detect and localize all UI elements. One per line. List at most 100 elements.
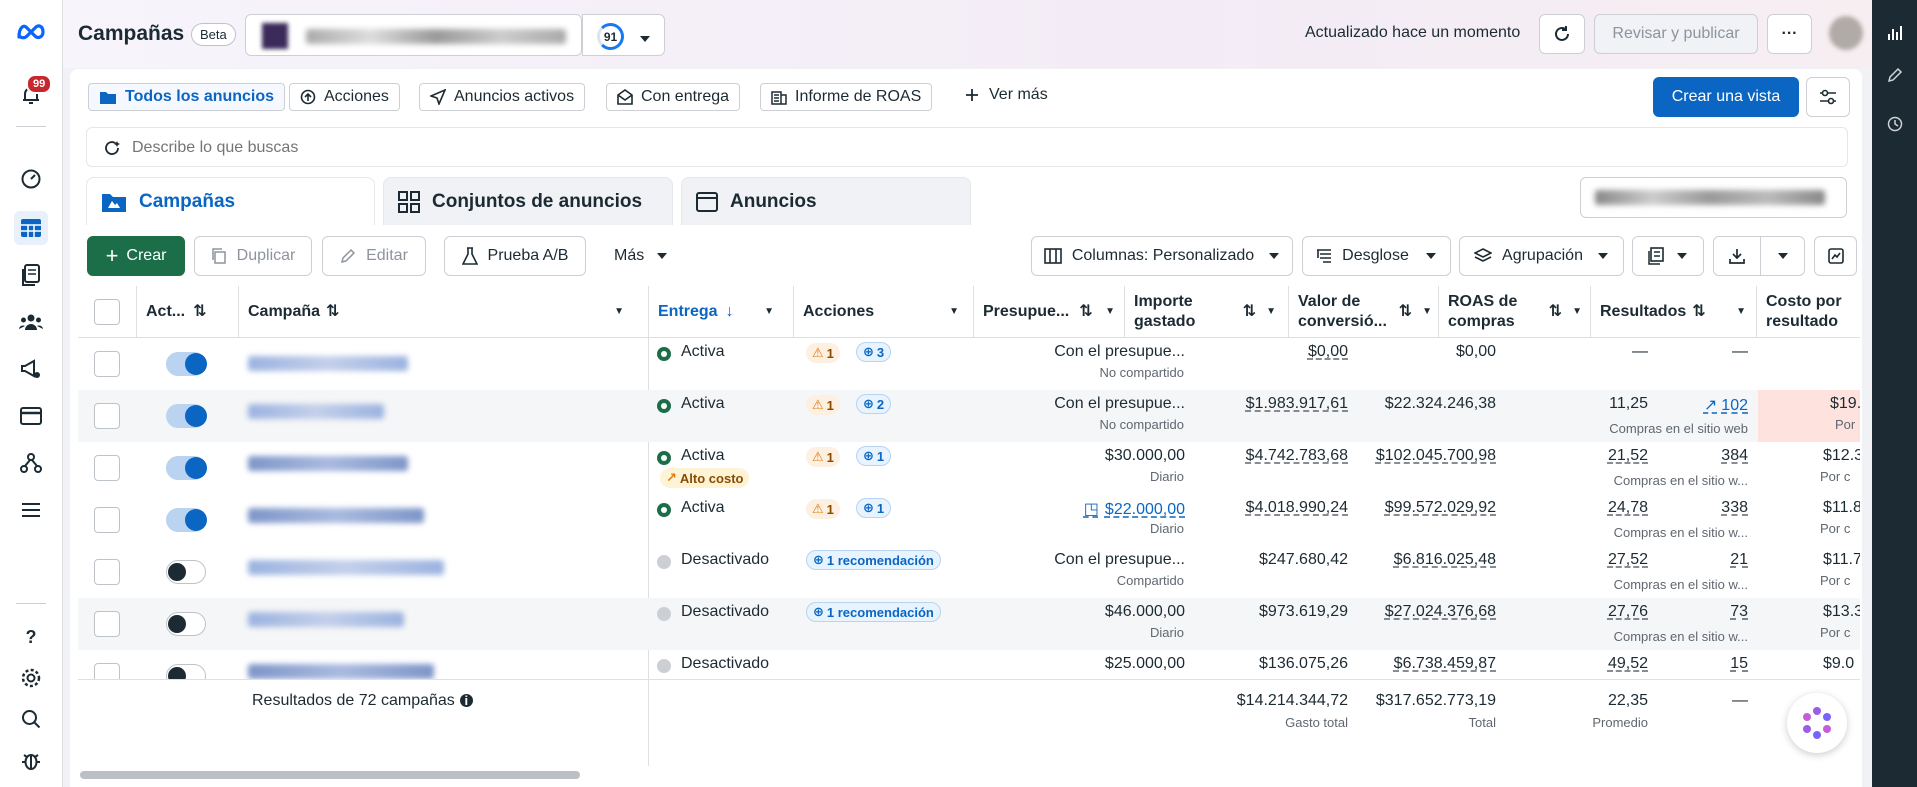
row-checkbox[interactable] (94, 507, 120, 533)
optimization-score[interactable]: 91 (582, 14, 665, 56)
budget-link[interactable]: ◳ $22.000,00 (1084, 499, 1185, 519)
edit-button[interactable]: Editar (322, 236, 426, 276)
row-checkbox[interactable] (94, 611, 120, 637)
recommendation-badge[interactable]: ⊕ 1 recomendación (806, 550, 941, 570)
megaphone-settings-icon[interactable] (14, 352, 48, 386)
gear-icon[interactable] (14, 661, 48, 695)
export-options-dropdown[interactable] (1760, 236, 1805, 276)
view-roas-report[interactable]: Informe de ROAS (760, 83, 933, 111)
search-input[interactable] (132, 136, 1732, 160)
warning-badge[interactable]: ⚠ 1 (806, 499, 840, 519)
review-publish-button[interactable]: Revisar y publicar (1594, 14, 1758, 54)
view-settings-button[interactable] (1806, 77, 1850, 117)
reports-dropdown[interactable] (1632, 236, 1704, 276)
dashboard-icon[interactable] (14, 162, 48, 196)
view-actions[interactable]: Acciones (289, 83, 400, 111)
meta-logo-icon[interactable] (14, 14, 48, 48)
recommendation-badge[interactable]: ⊕ 3 (856, 342, 892, 362)
results-link[interactable]: ↗ 102 (1704, 395, 1748, 415)
row-checkbox[interactable] (94, 663, 120, 679)
column-header-delivery[interactable]: Entrega ↓ ▼ (648, 286, 788, 338)
campaign-toggle[interactable] (166, 456, 207, 480)
recommendation-badge[interactable]: ⊕ 2 (856, 394, 892, 414)
export-button[interactable] (1713, 236, 1761, 276)
column-header-spent[interactable]: Importe gastado ⇅ ▼ (1124, 286, 1284, 338)
user-avatar[interactable] (1829, 16, 1863, 50)
campaign-name[interactable] (248, 560, 444, 575)
recommendation-badge[interactable]: ⊕ 1 recomendación (806, 602, 941, 622)
refresh-button[interactable] (1539, 14, 1585, 54)
column-header-campaign[interactable]: Campaña ⇅ ▼ (238, 286, 638, 338)
bug-report-icon[interactable] (14, 743, 48, 777)
tab-ads[interactable]: Anuncios (681, 177, 971, 225)
events-network-icon[interactable] (14, 446, 48, 480)
row-checkbox[interactable] (94, 351, 120, 377)
campaign-toggle[interactable] (166, 404, 207, 428)
billing-card-icon[interactable] (14, 399, 48, 433)
campaign-name[interactable] (248, 404, 384, 419)
view-active-ads[interactable]: Anuncios activos (419, 83, 586, 111)
warning-badge[interactable]: ⚠ 1 (806, 343, 840, 363)
cost-per-result: $9.0 (1823, 655, 1855, 672)
amount-spent: $1.983.917,61 (1245, 395, 1348, 412)
select-all-checkbox[interactable] (94, 299, 120, 325)
help-icon[interactable]: ? (14, 620, 48, 654)
campaign-name[interactable] (248, 356, 408, 371)
search-icon[interactable] (14, 702, 48, 736)
column-header-roas[interactable]: ROAS de compras ⇅ ▼ (1438, 286, 1588, 338)
recommendation-badge[interactable]: ⊕ 1 (856, 498, 892, 518)
create-view-button[interactable]: Crear una vista (1653, 77, 1799, 117)
high-cost-badge[interactable]: ↗ Alto costo (660, 468, 750, 488)
warning-badge[interactable]: ⚠ 1 (806, 447, 840, 467)
ai-assistant-button[interactable] (1787, 693, 1847, 753)
recommendation-badge[interactable]: ⊕ 1 (856, 446, 892, 466)
column-header-conversion-value[interactable]: Valor de conversió... ⇅ ▼ (1288, 286, 1438, 338)
campaign-name[interactable] (248, 456, 408, 471)
more-actions-dropdown[interactable]: Más (614, 236, 668, 276)
campaign-name[interactable] (248, 508, 424, 523)
column-header-results[interactable]: Resultados ⇅ ▼ (1590, 286, 1756, 338)
delivery-status: Activa (681, 499, 725, 516)
account-selector[interactable] (245, 14, 582, 56)
grouping-dropdown[interactable]: Agrupación (1459, 236, 1624, 276)
see-more-views[interactable]: Ver más (965, 86, 1048, 104)
documents-icon[interactable] (14, 258, 48, 292)
columns-dropdown[interactable]: Columnas: Personalizado (1031, 236, 1293, 276)
date-range-picker[interactable] (1580, 177, 1847, 218)
campaign-toggle[interactable] (166, 664, 206, 679)
duplicate-button[interactable]: Duplicar (194, 236, 312, 276)
campaign-toggle[interactable] (166, 508, 207, 532)
bar-chart-icon[interactable] (1882, 20, 1908, 46)
create-button[interactable]: + Crear (87, 236, 185, 276)
column-header-actions[interactable]: Acciones ▼ (793, 286, 973, 338)
row-checkbox[interactable] (94, 403, 120, 429)
caret-down-icon: ▼ (614, 306, 624, 317)
info-icon[interactable]: i (459, 694, 473, 707)
column-header-budget[interactable]: Presupue... ⇅ ▼ (973, 286, 1123, 338)
campaign-name[interactable] (248, 612, 404, 627)
warning-badge[interactable]: ⚠ 1 (806, 395, 840, 415)
status-dot (657, 555, 671, 569)
ab-test-button[interactable]: Prueba A/B (444, 236, 586, 276)
campaign-name[interactable] (248, 664, 434, 679)
results-value: 21 (1730, 551, 1748, 568)
view-all-ads[interactable]: Todos los anuncios (88, 83, 286, 111)
tab-adsets[interactable]: Conjuntos de anuncios (383, 177, 673, 225)
more-options-button[interactable]: ··· (1767, 14, 1812, 54)
breakdown-dropdown[interactable]: Desglose (1302, 236, 1451, 276)
campaign-toggle[interactable] (166, 612, 206, 636)
table-icon[interactable] (14, 211, 48, 245)
campaign-toggle[interactable] (166, 560, 206, 584)
audience-icon[interactable] (14, 305, 48, 339)
charts-button[interactable] (1814, 236, 1857, 276)
row-checkbox[interactable] (94, 559, 120, 585)
column-header-cost-per-result[interactable]: Costo por resultado (1756, 286, 1860, 338)
horizontal-scrollbar[interactable] (80, 771, 580, 779)
row-checkbox[interactable] (94, 455, 120, 481)
view-with-delivery[interactable]: Con entrega (606, 83, 741, 111)
menu-icon[interactable] (14, 493, 48, 527)
tab-campaigns[interactable]: Campañas (86, 177, 375, 225)
pencil-icon[interactable] (1882, 62, 1908, 88)
campaign-toggle[interactable] (166, 352, 207, 376)
clock-icon[interactable] (1882, 111, 1908, 137)
